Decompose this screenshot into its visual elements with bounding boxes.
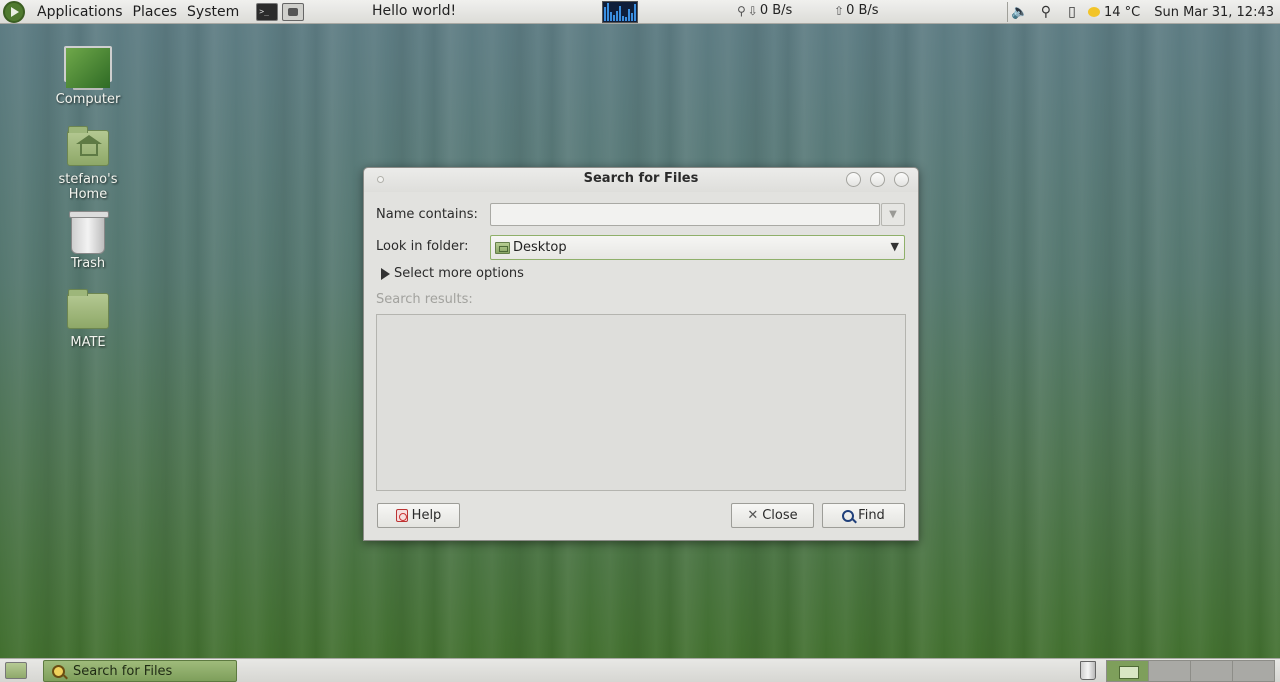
trash-applet-icon[interactable] (1080, 661, 1096, 680)
dialog-titlebar[interactable]: Search for Files (364, 168, 918, 192)
mate-logo-icon[interactable] (3, 0, 25, 23)
select-more-options-expander[interactable]: Select more options (381, 266, 524, 281)
menu-places[interactable]: Places (128, 4, 183, 20)
taskbar-item-label: Search for Files (73, 663, 173, 679)
desktop-icon-computer[interactable]: Computer (33, 46, 143, 107)
terminal-icon[interactable] (256, 2, 279, 21)
close-icon: ✕ (747, 508, 759, 523)
desktop-icon-label: Trash (70, 256, 106, 271)
menu-bar: Applications Places System (0, 0, 305, 24)
workspace-4[interactable] (1232, 660, 1275, 682)
dialog-title: Search for Files (583, 171, 699, 186)
workspace-1[interactable] (1106, 660, 1149, 682)
arrow-up-icon: ⇧ (834, 3, 845, 18)
clipboard-icon[interactable]: ▯ (1062, 3, 1082, 21)
search-for-files-dialog: Search for Files Name contains: ▼ Look i… (363, 167, 919, 541)
close-window-button[interactable] (894, 172, 909, 187)
folder-icon (67, 289, 109, 329)
arrow-down-icon: ⇩ (747, 3, 758, 18)
weather-temperature: 14 °C (1103, 4, 1141, 20)
help-button[interactable]: Help (377, 503, 460, 528)
weather-sun-icon (1087, 7, 1100, 17)
net-download-value: 0 B/s (759, 3, 793, 18)
desktop-icon-label: MATE (70, 335, 106, 350)
search-icon (52, 664, 65, 678)
net-upload-speed[interactable]: ⇧ 0 B/s (834, 3, 879, 18)
name-history-dropdown[interactable]: ▼ (881, 203, 905, 226)
workspace-switcher (1106, 660, 1275, 682)
desktop-icon-label: Computer (55, 92, 121, 107)
close-button-label: Close (762, 508, 798, 523)
workspace-3[interactable] (1190, 660, 1233, 682)
help-icon (395, 509, 408, 522)
minimize-button[interactable] (846, 172, 861, 187)
find-magnifier-icon (842, 509, 855, 522)
search-net-icon: ⚲ (737, 3, 746, 18)
name-contains-label: Name contains: (376, 207, 478, 222)
top-panel: Applications Places System Hello world! … (0, 0, 1280, 24)
name-contains-input[interactable] (490, 203, 880, 226)
maximize-button[interactable] (870, 172, 885, 187)
search-results-list[interactable] (376, 314, 906, 491)
desktop-icon-home[interactable]: stefano's Home (33, 126, 143, 202)
find-button[interactable]: Find (822, 503, 905, 528)
screenshot-icon[interactable] (282, 2, 305, 21)
menu-applications[interactable]: Applications (32, 4, 128, 20)
home-folder-icon (67, 126, 109, 166)
panel-separator (1007, 2, 1008, 22)
find-button-label: Find (858, 508, 885, 523)
folder-select[interactable]: Desktop ▼ (490, 235, 905, 260)
look-in-folder-label: Look in folder: (376, 239, 469, 254)
desktop-icon-mate[interactable]: MATE (33, 289, 143, 350)
expander-arrow-icon (381, 267, 390, 280)
desktop-icon-trash[interactable]: Trash (33, 211, 143, 271)
chevron-down-icon: ▼ (890, 240, 899, 253)
volume-icon[interactable]: 🔈 (1010, 3, 1030, 21)
network-icon[interactable]: ⚲ (1036, 3, 1056, 21)
trash-icon (69, 211, 109, 254)
system-tray: 🔈 ⚲ ▯ 14 °C Sun Mar 31, 12:43 (1010, 0, 1280, 24)
desktop-icon-label: stefano's Home (58, 172, 118, 202)
select-more-options-label: Select more options (394, 266, 524, 281)
monitor-shape (64, 46, 112, 82)
net-download-speed[interactable]: ⚲ ⇩ 0 B/s (737, 3, 792, 18)
search-results-label: Search results: (376, 292, 473, 307)
help-button-label: Help (411, 508, 442, 523)
hello-world-applet: Hello world! (372, 3, 457, 19)
system-monitor-graph[interactable] (602, 1, 638, 23)
computer-icon (64, 46, 112, 90)
house-shape (76, 135, 102, 156)
weather-applet[interactable]: 14 °C (1087, 4, 1141, 20)
menu-system[interactable]: System (182, 4, 244, 20)
bottom-panel: Search for Files (0, 658, 1280, 682)
folder-select-value: Desktop (513, 240, 567, 255)
net-upload-value: 0 B/s (846, 3, 879, 18)
desktop-folder-icon (495, 241, 510, 254)
show-desktop-icon[interactable] (5, 662, 27, 679)
close-button[interactable]: ✕ Close (731, 503, 814, 528)
taskbar-item-search-for-files[interactable]: Search for Files (43, 660, 237, 682)
workspace-2[interactable] (1148, 660, 1191, 682)
clock[interactable]: Sun Mar 31, 12:43 (1154, 5, 1274, 20)
